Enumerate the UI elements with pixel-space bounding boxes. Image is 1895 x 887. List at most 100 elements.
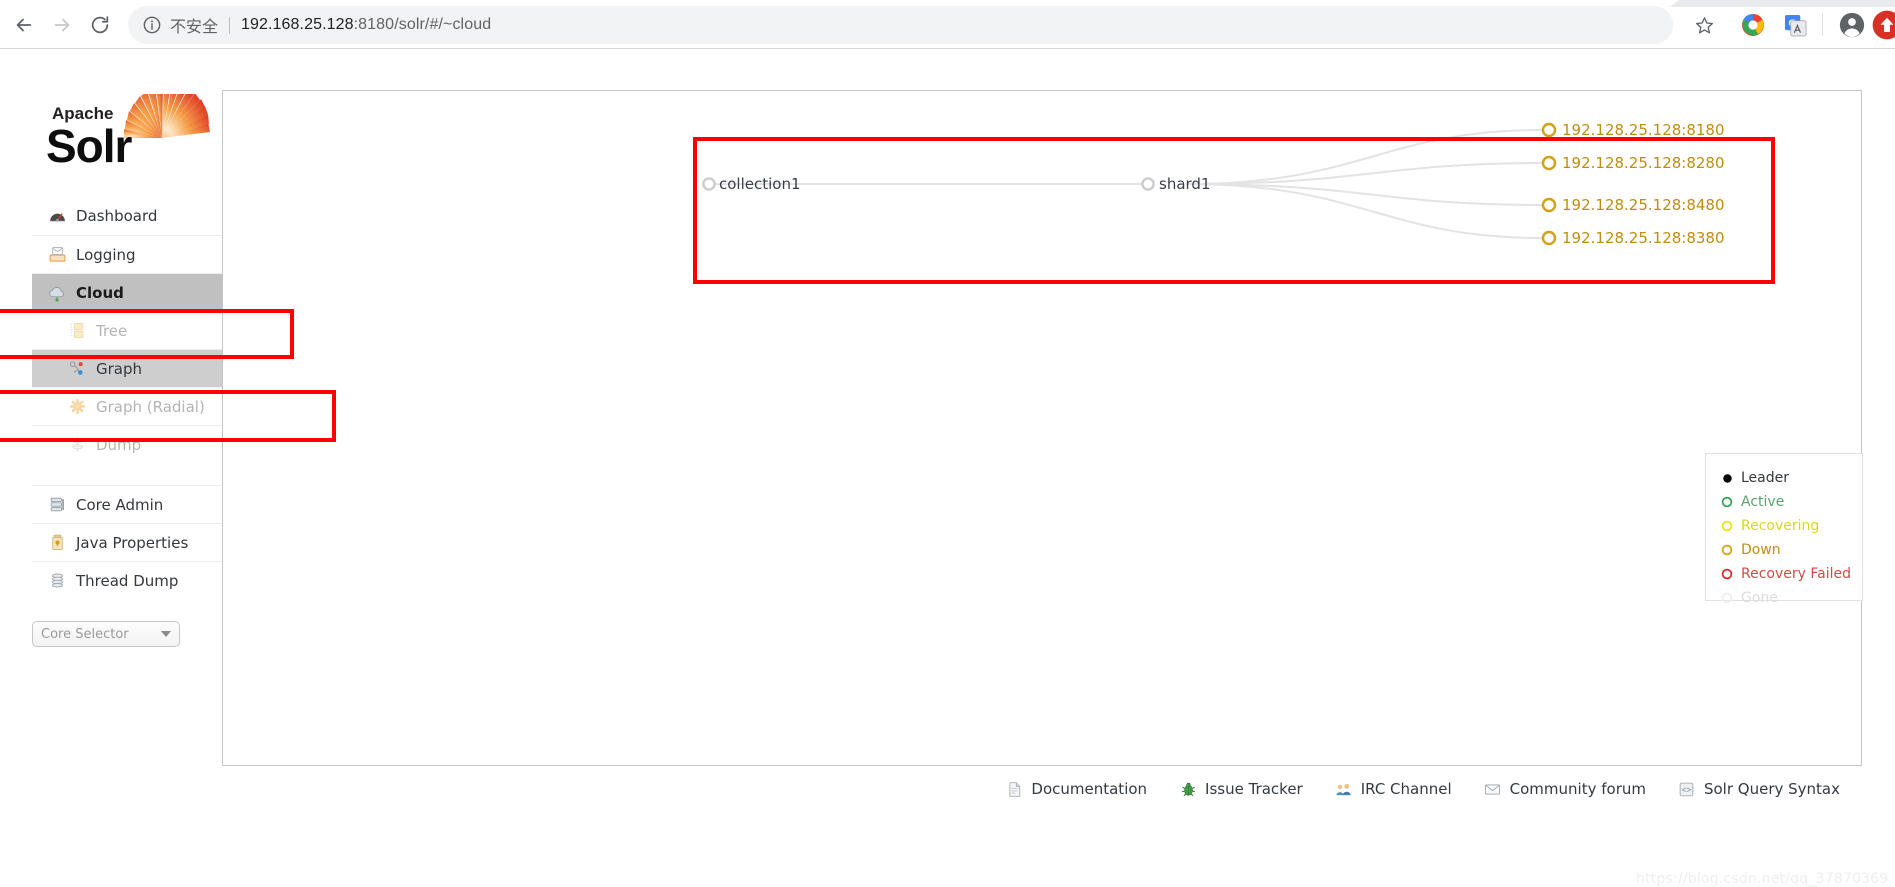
- sidebar-item-java-properties[interactable]: Java Properties: [32, 523, 222, 561]
- arrow-left-icon: [16, 18, 32, 32]
- url-divider: [229, 16, 231, 34]
- sidebar-item-tree[interactable]: Tree: [32, 311, 222, 349]
- graph-node-replica[interactable]: 192.128.25.128:8180: [1541, 121, 1725, 139]
- sidebar-item-cloud[interactable]: Cloud: [32, 273, 222, 311]
- legend-label: Down: [1741, 542, 1781, 558]
- dashboard-gauge-icon: [46, 206, 68, 226]
- sidebar-item-thread-dump[interactable]: Thread Dump: [32, 561, 222, 599]
- replica-node-label: 192.128.25.128:8380: [1562, 229, 1725, 247]
- reload-icon: [91, 16, 109, 34]
- shard-node-label: shard1: [1159, 175, 1210, 193]
- sidebar-item-graph-radial[interactable]: Graph (Radial): [32, 387, 222, 425]
- sidebar-nav: Dashboard Logging Cloud Tree Graph Graph…: [32, 197, 222, 599]
- url-host: 192.168.25.128: [241, 16, 354, 33]
- legend-marker-filled: [1720, 471, 1734, 485]
- legend-row-leader: Leader: [1720, 466, 1862, 490]
- footer-link-documentation[interactable]: Documentation: [1005, 780, 1147, 798]
- document-page-icon: [1005, 780, 1023, 798]
- legend-row-recovery-failed: Recovery Failed: [1720, 562, 1862, 586]
- cloud-graph-panel: collection1 shard1 192.128.25.128:8180 1…: [222, 90, 1863, 767]
- graph-legend: Leader Active Recovering Down Recovery F…: [1705, 453, 1863, 606]
- tab-strip: [1669, 0, 1895, 7]
- chrome-ring-glyph: [1742, 14, 1764, 36]
- graph-nodes-icon: [66, 359, 88, 379]
- link-shard-replica: [1185, 162, 1544, 185]
- thread-dump-icon: [46, 571, 68, 591]
- footer-link-label: IRC Channel: [1360, 780, 1452, 798]
- sidebar-item-dump[interactable]: Dump: [32, 425, 222, 463]
- sidebar-item-label: Dump: [96, 435, 142, 454]
- collection-node-circle[interactable]: [702, 177, 716, 191]
- code-block-icon: <>: [1678, 780, 1696, 798]
- graph-node-replica[interactable]: 192.128.25.128:8480: [1541, 196, 1725, 214]
- legend-row-active: Active: [1720, 490, 1862, 514]
- legend-row-recovering: Recovering: [1720, 514, 1862, 538]
- address-bar[interactable]: 不安全 192.168.25.128:8180/solr/#/~cloud: [128, 6, 1673, 44]
- sidebar-item-label: Thread Dump: [76, 571, 179, 590]
- google-translate-icon[interactable]: G: [1782, 12, 1808, 38]
- graph-node-replica[interactable]: 192.128.25.128:8280: [1541, 154, 1725, 172]
- footer-link-community-forum[interactable]: Community forum: [1484, 780, 1646, 798]
- footer-link-label: Documentation: [1031, 780, 1148, 798]
- reload-button[interactable]: [84, 9, 116, 41]
- update-arrow-icon: [1872, 10, 1895, 40]
- legend-marker-open: [1720, 591, 1734, 605]
- sidebar-item-label: Graph: [96, 359, 143, 378]
- browser-chrome: 不安全 192.168.25.128:8180/solr/#/~cloud G: [0, 0, 1895, 49]
- update-available-button[interactable]: [1872, 10, 1895, 40]
- solr-logo-glyph: Apache Solr: [46, 85, 210, 172]
- replica-node-circle[interactable]: [1541, 122, 1557, 138]
- apache-solr-logo[interactable]: Apache Solr: [44, 85, 216, 172]
- core-selector-dropdown[interactable]: Core Selector: [32, 621, 180, 647]
- legend-marker-open: [1720, 567, 1734, 581]
- shard-node-circle[interactable]: [1141, 177, 1155, 191]
- footer-link-label: Community forum: [1509, 780, 1646, 798]
- sidebar-item-graph[interactable]: Graph: [32, 349, 222, 387]
- watermark-text: https://blog.csdn.net/qq_37870369: [1636, 871, 1889, 887]
- bug-icon: [1179, 780, 1197, 798]
- replica-node-circle[interactable]: [1541, 155, 1557, 171]
- bookmark-star-icon: [1695, 16, 1713, 33]
- footer-link-issue-tracker[interactable]: Issue Tracker: [1179, 780, 1303, 798]
- forward-button: [46, 9, 78, 41]
- cloud-icon: [46, 283, 68, 303]
- sidebar-item-label: Java Properties: [76, 533, 189, 552]
- footer-link-label: Solr Query Syntax: [1703, 780, 1840, 798]
- sidebar-item-label: Core Admin: [76, 495, 164, 514]
- legend-row-gone: Gone: [1720, 586, 1862, 610]
- footer-link-irc-channel[interactable]: IRC Channel: [1335, 780, 1452, 798]
- footer-link-label: Issue Tracker: [1205, 780, 1303, 798]
- sidebar-item-logging[interactable]: Logging: [32, 235, 222, 273]
- chrome-extension-icon[interactable]: [1740, 12, 1766, 38]
- core-selector-label: Core Selector: [41, 626, 129, 642]
- legend-label: Active: [1741, 494, 1785, 510]
- link-shard-replica: [1185, 183, 1544, 239]
- legend-label: Recovery Failed: [1741, 566, 1851, 582]
- radial-star-icon: [66, 397, 88, 417]
- graph-node-replica[interactable]: 192.128.25.128:8380: [1541, 229, 1725, 247]
- toolbar-divider: [1822, 13, 1823, 36]
- svg-text:Solr: Solr: [46, 120, 133, 166]
- collection-node-label: collection1: [719, 175, 801, 193]
- java-properties-icon: [46, 533, 68, 553]
- back-button[interactable]: [8, 9, 40, 41]
- dump-icon: [66, 435, 88, 455]
- footer-link-solr-query-syntax[interactable]: <> Solr Query Syntax: [1678, 780, 1840, 798]
- sidebar-item-core-admin[interactable]: Core Admin: [32, 485, 222, 523]
- profile-avatar-button[interactable]: [1838, 11, 1866, 39]
- sidebar-item-dashboard[interactable]: Dashboard: [32, 197, 222, 235]
- link-shard-replica: [1185, 183, 1544, 206]
- graph-node-shard[interactable]: shard1: [1141, 175, 1210, 193]
- sidebar-item-label: Tree: [96, 321, 128, 340]
- core-admin-icon: [46, 495, 68, 515]
- legend-label: Gone: [1741, 590, 1778, 606]
- legend-marker-open: [1720, 495, 1734, 509]
- svg-text:<>: <>: [1682, 787, 1692, 795]
- bookmark-button[interactable]: [1690, 11, 1718, 39]
- replica-node-circle[interactable]: [1541, 197, 1557, 213]
- replica-node-circle[interactable]: [1541, 230, 1557, 246]
- cloud-graph-svg[interactable]: collection1 shard1 192.128.25.128:8180 1…: [223, 91, 1863, 767]
- legend-row-down: Down: [1720, 538, 1862, 562]
- info-circle-icon[interactable]: [142, 15, 162, 35]
